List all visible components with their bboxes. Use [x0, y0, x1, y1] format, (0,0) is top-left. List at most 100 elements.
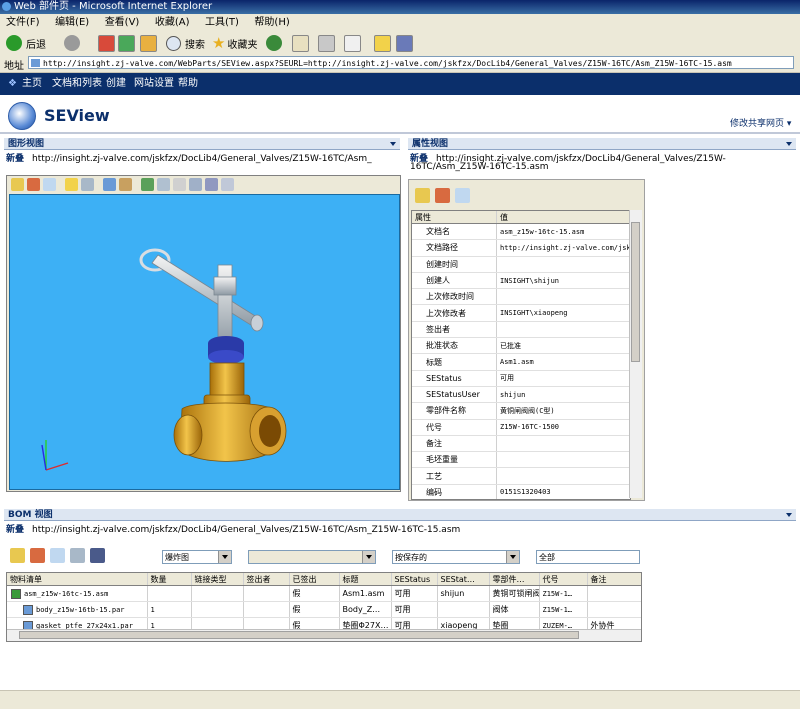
part-menu-arrow-icon[interactable]: [390, 142, 396, 146]
bom-save-icon[interactable]: [90, 548, 105, 563]
edit-button[interactable]: [344, 34, 361, 52]
chevron-down-icon[interactable]: [218, 551, 231, 563]
part-menu-arrow-icon[interactable]: [786, 513, 792, 517]
bom-row[interactable]: asm_z15w-16tc-15.asm 假 Asm1.asm 可用 shijun 黄铜可…: [7, 585, 641, 602]
bom-col-header[interactable]: 零部件…: [489, 573, 540, 586]
back-arrow-icon: [6, 35, 22, 51]
copy-tool-icon[interactable]: [103, 178, 116, 191]
bom-props-icon[interactable]: [30, 548, 45, 563]
open-tool-icon[interactable]: [65, 178, 78, 191]
forward-button[interactable]: [64, 34, 80, 52]
save-mode-select[interactable]: 按保存的: [392, 550, 520, 564]
bom-row[interactable]: body_z15w-16tb-15.par 1 假 Body_Z… 可用 阀体 Z15W-1…: [7, 601, 641, 618]
favorites-button[interactable]: ★ 收藏夹: [212, 34, 257, 52]
bom-col-header[interactable]: 链接类型: [191, 573, 244, 586]
menu-help[interactable]: 帮助(H): [248, 14, 295, 31]
properties-tool-icon[interactable]: [27, 178, 40, 191]
back-button[interactable]: 后退: [6, 34, 46, 52]
property-row[interactable]: 文档路径 http://insight.zj-valve.com/jsk: [412, 239, 630, 257]
config-select[interactable]: [248, 550, 376, 564]
zoom-in-tool-icon[interactable]: [173, 178, 186, 191]
property-row[interactable]: 工艺: [412, 467, 630, 485]
menu-file[interactable]: 文件(F): [0, 14, 46, 31]
pan-tool-icon[interactable]: [205, 178, 218, 191]
bom-edit-icon[interactable]: [10, 548, 25, 563]
model-canvas[interactable]: [9, 194, 400, 490]
bom-print-icon[interactable]: [70, 548, 85, 563]
folder-button[interactable]: [374, 34, 391, 52]
nav-docs[interactable]: 文档和列表: [52, 73, 102, 95]
property-row[interactable]: 创建人 INSIGHT\shijun: [412, 272, 630, 290]
menu-edit[interactable]: 编辑(E): [49, 14, 95, 31]
bom-search-icon[interactable]: [50, 548, 65, 563]
graphic-viewer: [6, 175, 401, 492]
bom-col-header[interactable]: 数量: [147, 573, 192, 586]
nav-create[interactable]: 创建: [106, 73, 126, 95]
zoom-tool-icon[interactable]: [43, 178, 56, 191]
history-button[interactable]: [266, 34, 282, 52]
property-row[interactable]: 上次修改时间: [412, 288, 630, 306]
nav-settings[interactable]: 网站设置: [134, 73, 174, 95]
property-row[interactable]: SEStatus 可用: [412, 370, 630, 387]
refresh-button[interactable]: [118, 34, 135, 52]
filter-input[interactable]: 全部: [536, 550, 640, 564]
menu-view[interactable]: 查看(V): [99, 14, 146, 31]
chevron-down-icon[interactable]: [506, 551, 519, 563]
property-row[interactable]: 标题 Asm1.asm: [412, 353, 630, 371]
bom-col-header[interactable]: 签出者: [243, 573, 290, 586]
bom-col-header[interactable]: 已签出: [289, 573, 340, 586]
property-row[interactable]: 备注: [412, 435, 630, 453]
nav-home[interactable]: 主页: [22, 73, 42, 95]
graphic-new-link[interactable]: 新叠: [6, 154, 24, 164]
home-button[interactable]: [140, 34, 157, 52]
menu-favorites[interactable]: 收藏(A): [149, 14, 196, 31]
property-row[interactable]: SEStatusUser shijun: [412, 386, 630, 404]
property-row[interactable]: 批准状态 已批准: [412, 337, 630, 355]
col-header-property[interactable]: 属性: [412, 211, 497, 224]
rotate-tool-icon[interactable]: [141, 178, 154, 191]
explode-view-select[interactable]: 爆炸图: [162, 550, 232, 564]
print-tool-icon[interactable]: [81, 178, 94, 191]
property-row[interactable]: 零部件名称 黄铜闸阀阀(C型): [412, 402, 630, 420]
scroll-thumb[interactable]: [631, 222, 640, 362]
property-scrollbar[interactable]: [629, 210, 642, 498]
col-header-value[interactable]: 值: [496, 211, 630, 224]
property-row[interactable]: 代号 Z15W-16TC-1500: [412, 419, 630, 436]
stop-button[interactable]: [98, 34, 115, 52]
bom-col-header[interactable]: 代号: [539, 573, 588, 586]
menu-tools[interactable]: 工具(T): [199, 14, 245, 31]
view-tool-icon[interactable]: [221, 178, 234, 191]
edit-props-icon[interactable]: [415, 188, 430, 203]
bom-new-link[interactable]: 新叠: [6, 525, 24, 535]
bom-col-header[interactable]: SEStatus: [391, 573, 438, 586]
chevron-down-icon[interactable]: [362, 551, 375, 563]
bom-col-header[interactable]: 标题: [339, 573, 392, 586]
property-row[interactable]: 创建时间: [412, 256, 630, 273]
messenger-button[interactable]: [396, 34, 413, 52]
bom-col-header[interactable]: SEStat…: [437, 573, 490, 586]
address-input[interactable]: http://insight.zj-valve.com/WebParts/SEV…: [28, 56, 794, 69]
bom-col-header[interactable]: 备注: [587, 573, 641, 586]
measure-tool-icon[interactable]: [119, 178, 132, 191]
props-list-icon[interactable]: [435, 188, 450, 203]
mail-button[interactable]: [292, 34, 309, 52]
select-tool-icon[interactable]: [11, 178, 24, 191]
bom-col-header[interactable]: 物料清单: [7, 573, 148, 586]
scroll-thumb[interactable]: [19, 631, 579, 639]
bom-cell: asm_z15w-16tc-15.asm: [7, 585, 148, 602]
bom-horizontal-scrollbar[interactable]: [7, 629, 641, 641]
props-search-icon[interactable]: [455, 188, 470, 203]
nav-help[interactable]: 帮助: [178, 73, 198, 95]
property-row[interactable]: 编码 0151S1320403: [412, 484, 630, 499]
fit-tool-icon[interactable]: [189, 178, 202, 191]
property-row[interactable]: 上次修改者 INSIGHT\xiaopeng: [412, 304, 630, 322]
zoom-area-tool-icon[interactable]: [157, 178, 170, 191]
search-button[interactable]: 搜索: [166, 34, 205, 52]
modify-page-link[interactable]: 修改共享网页 ▾: [730, 116, 791, 129]
print-button[interactable]: [318, 34, 335, 52]
bom-table: 物料清单 数量 链接类型 签出者 已签出 标题 SEStatus SEStat… 零部件… 代号备…: [6, 572, 642, 642]
property-row[interactable]: 签出者: [412, 321, 630, 339]
property-row[interactable]: 文档名 asm_z15w-16tc-15.asm: [412, 223, 630, 241]
part-menu-arrow-icon[interactable]: [786, 142, 792, 146]
property-row[interactable]: 毛坯重量: [412, 451, 630, 469]
